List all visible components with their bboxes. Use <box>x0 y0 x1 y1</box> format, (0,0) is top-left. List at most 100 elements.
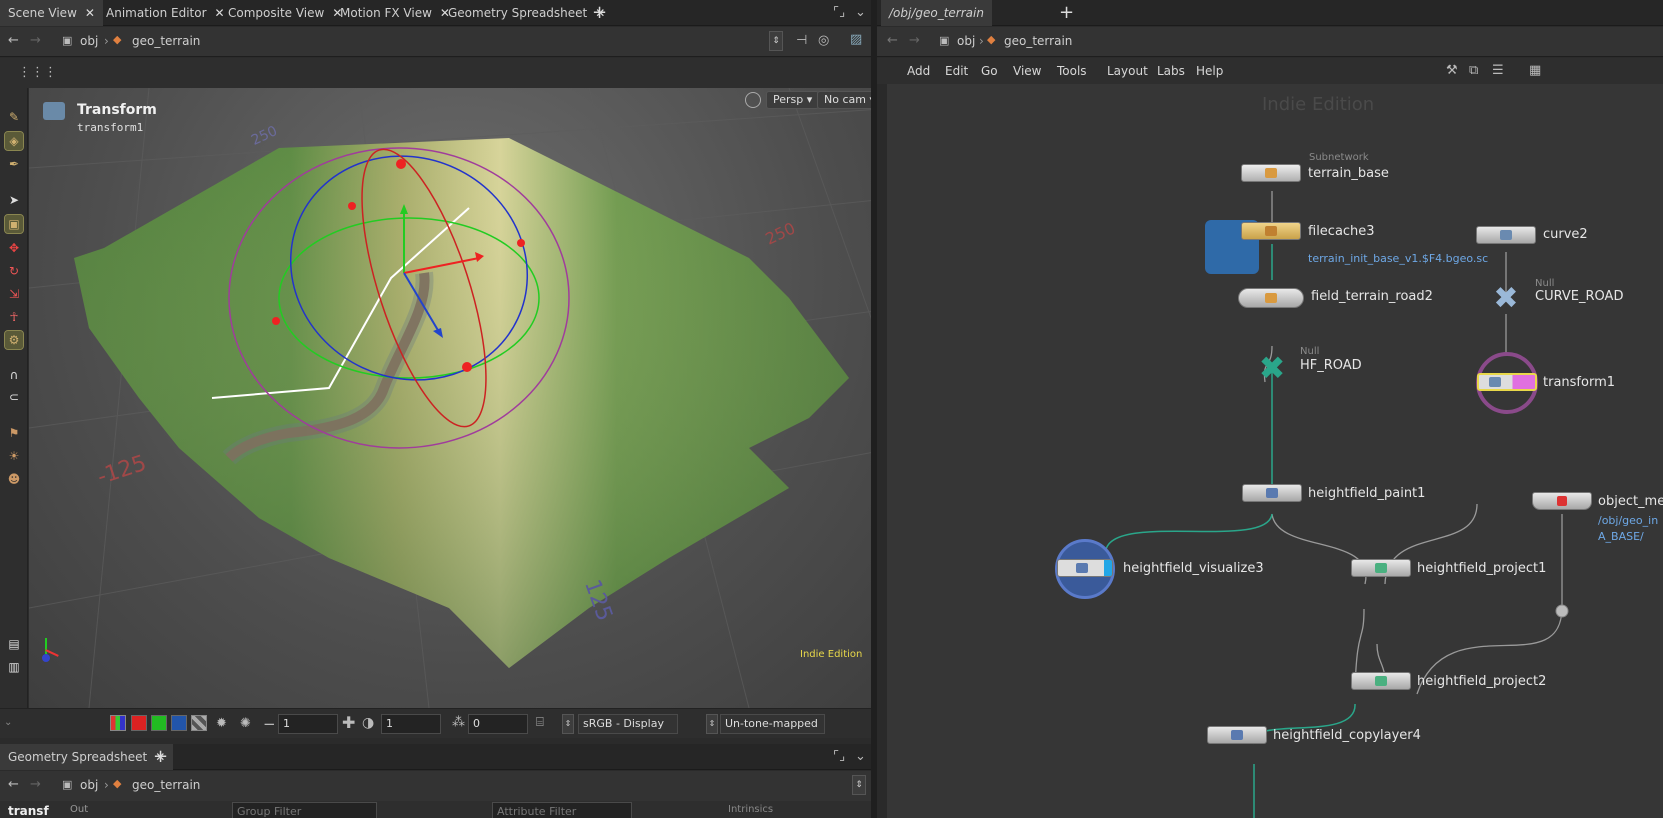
heightfield-paint-node[interactable] <box>1242 484 1302 502</box>
transform-tool-icon[interactable]: ▣ <box>4 214 24 234</box>
cube-view-icon[interactable]: ▨ <box>850 32 862 47</box>
menu-labs[interactable]: Labs <box>1157 58 1185 84</box>
node-file-path[interactable]: terrain_init_base_v1.$F4.bgeo.sc <box>1308 252 1488 265</box>
gamma-icon[interactable]: ✺ <box>240 716 251 731</box>
path-geo[interactable]: geo_terrain <box>1004 34 1072 48</box>
maximize-icon[interactable]: ⌜⌟ <box>833 749 845 764</box>
heightfield-project1-node[interactable] <box>1351 559 1411 577</box>
path-obj[interactable]: obj <box>80 34 98 48</box>
pen-tool-icon[interactable]: ✒ <box>5 155 23 173</box>
hammer-icon[interactable]: ⚒ <box>1446 63 1458 78</box>
path-geo[interactable]: geo_terrain <box>132 34 200 48</box>
persp-dropdown[interactable]: Persp ▾ <box>766 91 820 109</box>
list-icon[interactable]: ☰ <box>1492 63 1504 78</box>
menu-view[interactable]: View <box>1013 58 1041 84</box>
path-dropdown-button[interactable]: ⇕ <box>769 31 783 51</box>
filecache3-node[interactable] <box>1241 222 1301 240</box>
attribute-filter-input[interactable]: Attribute Filter <box>492 802 632 818</box>
histogram-icon[interactable]: ⌸ <box>536 715 544 730</box>
curve2-node[interactable] <box>1476 226 1536 244</box>
maximize-icon[interactable]: ⌜⌟ <box>833 5 845 20</box>
tab-animation-editor[interactable]: Animation Editor ✕ <box>98 0 233 26</box>
menu-edit[interactable]: Edit <box>945 58 968 84</box>
snap-icon[interactable]: ⊂ <box>5 388 23 406</box>
path-obj[interactable]: obj <box>957 34 975 48</box>
character-icon[interactable]: ☻ <box>5 470 23 488</box>
expand-left-icon[interactable]: ⌄ <box>4 717 12 728</box>
alpha-channel-icon[interactable] <box>191 715 207 731</box>
menu-tools[interactable]: Tools <box>1057 58 1087 84</box>
intrinsics-label[interactable]: Intrinsics <box>728 804 773 815</box>
terrain-base-node[interactable] <box>1241 164 1301 182</box>
pin-icon[interactable]: ⊣ <box>796 33 807 48</box>
grid-view-icon[interactable]: ▦ <box>1529 63 1541 78</box>
scale-tool-icon[interactable]: ⇲ <box>5 285 23 303</box>
forward-arrow-icon[interactable]: → <box>909 33 920 48</box>
menu-add[interactable]: Add <box>907 58 930 84</box>
contrast-icon[interactable]: ◑ <box>362 715 374 731</box>
clapper-icon[interactable]: ▥ <box>5 658 23 676</box>
tab-geometry-spreadsheet-bottom[interactable]: Geometry Spreadsheet ✕ <box>0 744 174 770</box>
menu-layout[interactable]: Layout <box>1107 58 1148 84</box>
select-arrow-icon[interactable]: ➤ <box>5 191 23 209</box>
lut-icon[interactable]: ⁂ <box>452 715 465 730</box>
move-tool-icon[interactable]: ✥ <box>5 239 23 257</box>
color-channel-red[interactable] <box>131 715 147 731</box>
group-filter-input[interactable]: Group Filter <box>232 802 377 818</box>
menu-go[interactable]: Go <box>981 58 998 84</box>
hf-road-null-node[interactable]: ✖ <box>1250 352 1294 384</box>
scene-viewport[interactable]: 250 250 -125 125 Transform transform1 Pe… <box>29 88 896 708</box>
camera-lock-icon[interactable] <box>745 92 761 108</box>
chevron-down-icon[interactable]: ⌄ <box>855 5 866 20</box>
tonemap-dropdown[interactable]: Un-tone-mapped <box>720 714 825 734</box>
network-canvas[interactable]: Indie Edition Subnetwork terrain_base fi… <box>887 84 1663 818</box>
tab-geometry-spreadsheet[interactable]: Geometry Spreadsheet ✕ <box>440 0 613 26</box>
node-path[interactable]: /obj/geo_in <box>1598 514 1658 527</box>
book-icon[interactable]: ▤ <box>5 635 23 653</box>
add-tab-plus-icon[interactable]: + <box>1059 0 1074 26</box>
color-channel-blue[interactable] <box>171 715 187 731</box>
heightfield-copylayer-node[interactable] <box>1207 726 1267 744</box>
render-icon[interactable]: ⚑ <box>5 424 23 442</box>
target-icon[interactable]: ◎ <box>818 33 829 48</box>
path-dropdown-button[interactable]: ⇕ <box>852 775 866 795</box>
handle-tool-icon[interactable]: ◈ <box>4 131 24 151</box>
rotate-tool-icon[interactable]: ↻ <box>5 262 23 280</box>
field-terrain-road-node[interactable] <box>1238 288 1304 308</box>
grid-icon[interactable]: ⋮⋮⋮ <box>18 65 57 80</box>
brush-tool-icon[interactable]: ✎ <box>5 108 23 126</box>
node-path[interactable]: A_BASE/ <box>1598 530 1644 543</box>
offset-field[interactable]: 0 <box>468 714 528 734</box>
path-geo[interactable]: geo_terrain <box>132 778 200 792</box>
color-channel-green[interactable] <box>151 715 167 731</box>
plus-icon[interactable]: ✚ <box>342 713 355 732</box>
gamma-field[interactable]: 1 <box>381 714 441 734</box>
back-arrow-icon[interactable]: ← <box>887 33 898 48</box>
active-tool-icon[interactable]: ⚙ <box>4 330 24 350</box>
colorspace-spinner[interactable]: ⇕ <box>562 714 574 734</box>
object-merge-node[interactable] <box>1532 492 1592 510</box>
exposure-field[interactable]: 1 <box>278 714 338 734</box>
back-arrow-icon[interactable]: ← <box>8 777 19 792</box>
curve-road-null-node[interactable]: ✖ <box>1485 284 1527 314</box>
chevron-down-icon[interactable]: ⌄ <box>855 749 866 764</box>
forward-arrow-icon[interactable]: → <box>30 777 41 792</box>
forward-arrow-icon[interactable]: → <box>30 33 41 48</box>
tab-composite-view[interactable]: Composite View ✕ <box>220 0 350 26</box>
path-obj[interactable]: obj <box>80 778 98 792</box>
tab-scene-view[interactable]: Scene View ✕ <box>0 0 103 26</box>
colorspace-dropdown[interactable]: sRGB - Display <box>578 714 678 734</box>
heightfield-visualize-node[interactable] <box>1057 559 1113 577</box>
tab-network-path[interactable]: /obj/geo_terrain <box>881 0 992 26</box>
minus-icon[interactable]: − <box>263 715 276 733</box>
close-icon[interactable]: ✕ <box>85 6 95 20</box>
light-icon[interactable]: ☀ <box>5 447 23 465</box>
color-channel-rgb[interactable] <box>110 715 126 731</box>
tonemap-spinner[interactable]: ⇕ <box>706 714 718 734</box>
heightfield-project2-node[interactable] <box>1351 672 1411 690</box>
transform1-node[interactable] <box>1477 373 1537 391</box>
add-tab-plus-icon[interactable]: + <box>592 0 607 26</box>
back-arrow-icon[interactable]: ← <box>8 33 19 48</box>
network-layout-icon[interactable]: ⧉ <box>1469 63 1478 78</box>
magnet-icon[interactable]: ∩ <box>5 366 23 384</box>
